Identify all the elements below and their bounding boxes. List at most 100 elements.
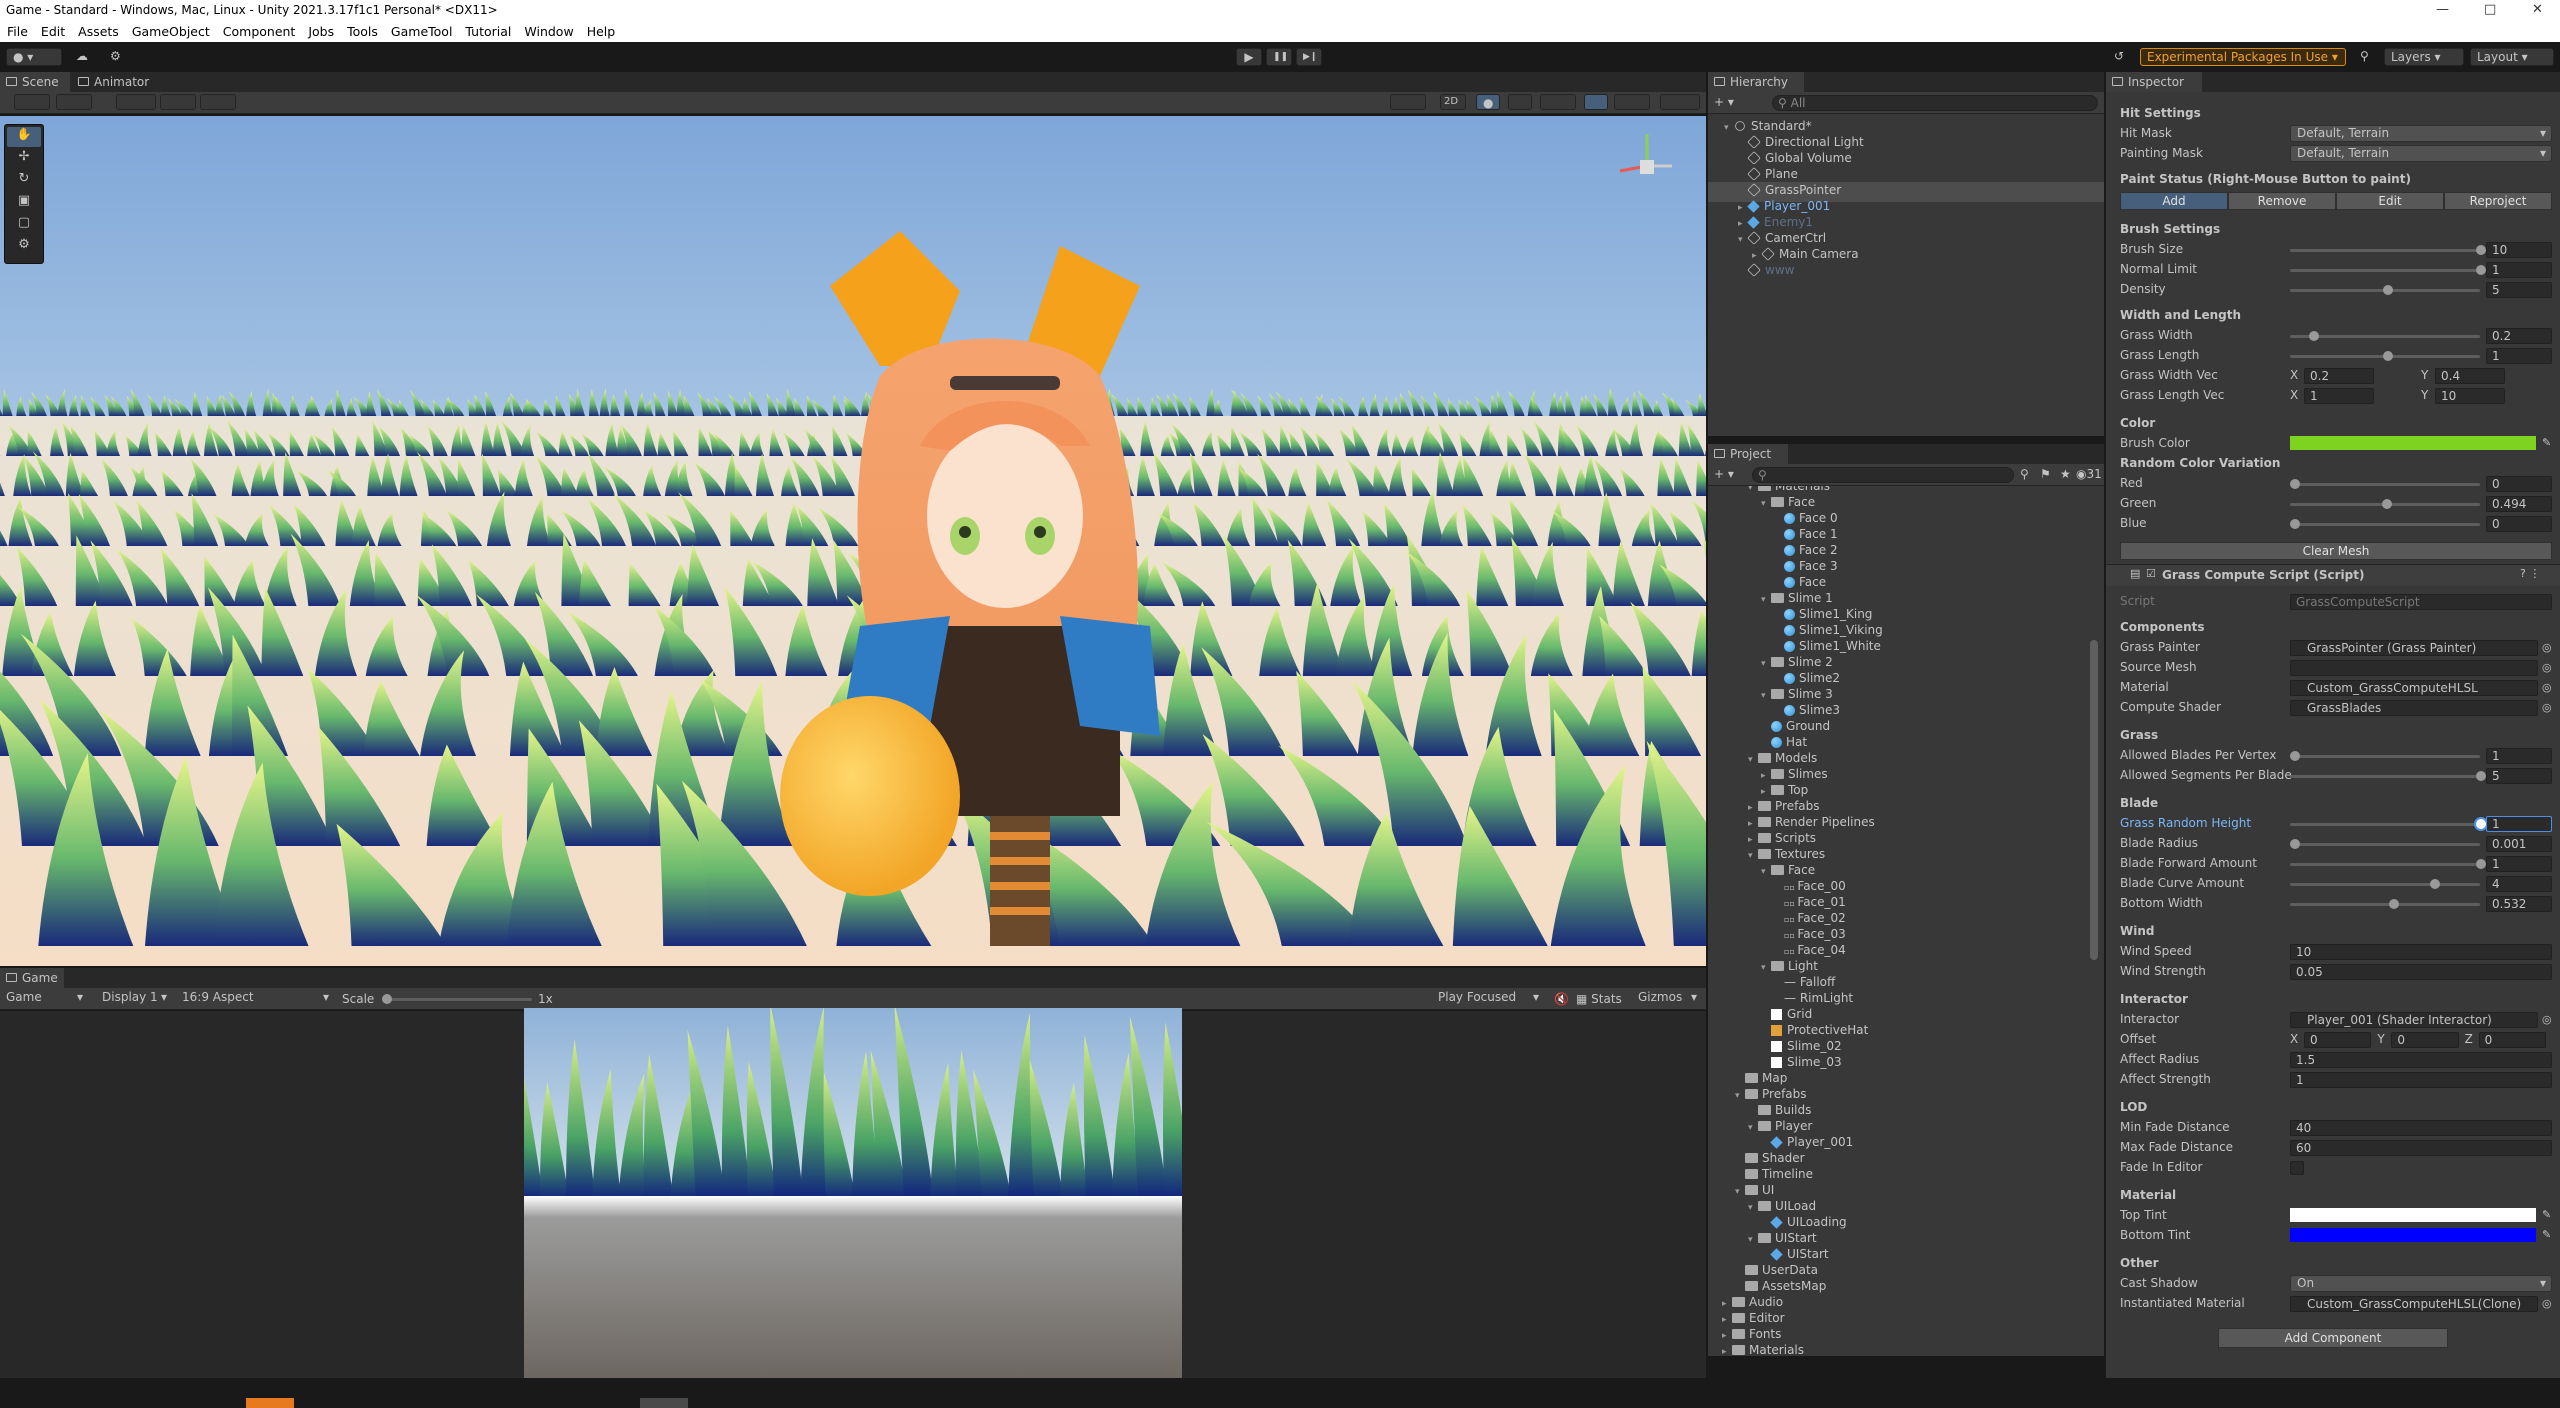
bottom-width-slider-knob[interactable]: [2388, 899, 2399, 909]
grass-painter-field[interactable]: GrassPointer (Grass Painter): [2290, 640, 2538, 656]
display-dropdown[interactable]: Display 1: [96, 990, 172, 1007]
component-enabled-checkbox[interactable]: ☑: [2146, 567, 2156, 580]
grass-width-slider-knob[interactable]: [2308, 331, 2319, 341]
expand-arrow-icon[interactable]: ▸: [1722, 1344, 1732, 1356]
random-red-slider-knob[interactable]: [2290, 479, 2300, 489]
minimize-button[interactable]: —: [2436, 2, 2449, 17]
pause-button[interactable]: ❚❚: [1266, 48, 1292, 66]
interactor-field[interactable]: Player_001 (Shader Interactor): [2290, 1012, 2538, 1028]
history-button[interactable]: ↺: [2108, 48, 2130, 66]
normal-limit-slider[interactable]: [2290, 265, 2486, 275]
offset-z-field[interactable]: 0: [2478, 1032, 2546, 1048]
random-blue-slider[interactable]: [2290, 519, 2480, 529]
random-green-slider-knob[interactable]: [2381, 499, 2392, 509]
mute-audio-icon[interactable]: 🔇: [1554, 992, 1569, 1006]
blade-forward-amount-slider-knob[interactable]: [2476, 859, 2486, 869]
object-picker-icon[interactable]: ◎: [2542, 1297, 2552, 1310]
grass-length-value[interactable]: 1: [2486, 348, 2552, 364]
tab-animator[interactable]: Animator: [72, 72, 162, 92]
grass-random-height-value[interactable]: 1: [2486, 816, 2552, 832]
blade-radius-slider[interactable]: [2290, 839, 2480, 849]
object-picker-icon[interactable]: ◎: [2542, 681, 2552, 694]
hierarchy-search-input[interactable]: ⚲ All: [1772, 95, 2098, 111]
rotate-tool[interactable]: ↻: [7, 171, 41, 191]
hidden-objects-toggle[interactable]: [1584, 94, 1608, 110]
eyedropper-icon[interactable]: ✎: [2542, 1228, 2551, 1241]
allowed-segments-per-blade-value[interactable]: 5: [2486, 768, 2552, 784]
menu-item-jobs[interactable]: Jobs: [301, 22, 340, 39]
2d-toggle[interactable]: 2D: [1440, 94, 1466, 110]
blade-curve-amount-slider[interactable]: [2290, 879, 2480, 889]
density-slider-knob[interactable]: [2383, 285, 2393, 295]
game-mode-dropdown[interactable]: Game: [0, 990, 88, 1007]
project-scrollbar[interactable]: [2090, 640, 2098, 960]
density-slider[interactable]: [2290, 285, 2480, 295]
menu-item-assets[interactable]: Assets: [71, 22, 125, 39]
scale-slider-knob[interactable]: [382, 994, 392, 1004]
brush-color-swatch[interactable]: [2290, 436, 2536, 450]
brush-size-value[interactable]: 10: [2486, 242, 2552, 258]
layout-dropdown[interactable]: Layout ▾: [2470, 48, 2554, 66]
tab-game[interactable]: Game: [0, 968, 64, 988]
add-component-button[interactable]: Add Component: [2218, 1328, 2448, 1348]
blade-forward-amount-slider[interactable]: [2290, 859, 2486, 869]
gizmos-dropdown[interactable]: [1660, 94, 1700, 110]
menu-item-file[interactable]: File: [0, 22, 34, 39]
allowed-segments-per-blade-slider-knob[interactable]: [2476, 771, 2486, 781]
random-green-slider[interactable]: [2290, 499, 2480, 509]
close-button[interactable]: ✕: [2532, 2, 2543, 17]
allowed-blades-per-vertex-slider-knob[interactable]: [2290, 751, 2300, 761]
grass-length-vec-y-field[interactable]: 10: [2435, 388, 2505, 404]
allowed-blades-per-vertex-value[interactable]: 1: [2486, 748, 2552, 764]
align-dropdown[interactable]: [200, 94, 236, 110]
favorite-icon[interactable]: ★: [2060, 467, 2071, 481]
scale-tool[interactable]: ▣: [7, 193, 41, 213]
draw-mode-dropdown[interactable]: [14, 94, 50, 110]
transform-tool[interactable]: ⚙: [7, 237, 41, 257]
menu-item-tutorial[interactable]: Tutorial: [458, 22, 517, 39]
random-blue-value[interactable]: 0: [2486, 516, 2552, 532]
create-asset-button[interactable]: + ▾: [1714, 467, 1734, 481]
shading-dropdown[interactable]: [56, 94, 92, 110]
add-object-button[interactable]: + ▾: [1714, 95, 1734, 109]
cast-shadow-dropdown[interactable]: On: [2290, 1275, 2552, 1292]
grid-snap-dropdown[interactable]: [116, 94, 156, 110]
grass-width-vec-x-field[interactable]: 0.2: [2304, 368, 2374, 384]
menu-item-gameobject[interactable]: GameObject: [125, 22, 216, 39]
project-item[interactable]: ▸ Materials: [1708, 1342, 2104, 1356]
menu-item-component[interactable]: Component: [216, 22, 302, 39]
object-picker-icon[interactable]: ◎: [2542, 1013, 2552, 1026]
offset-y-field[interactable]: 0: [2391, 1032, 2459, 1048]
step-button[interactable]: ▶❙: [1296, 48, 1322, 66]
paint-mode-edit-button[interactable]: Edit: [2336, 192, 2444, 210]
brush-size-slider[interactable]: [2290, 245, 2486, 255]
audio-toggle[interactable]: [1508, 94, 1532, 110]
allowed-segments-per-blade-slider[interactable]: [2290, 771, 2486, 781]
affect-strength-field[interactable]: 1: [2290, 1072, 2552, 1088]
grass-width-value[interactable]: 0.2: [2486, 328, 2552, 344]
cloud-button[interactable]: ☁: [70, 48, 96, 66]
game-view[interactable]: [524, 1008, 1182, 1378]
blade-curve-amount-value[interactable]: 4: [2486, 876, 2552, 892]
menu-item-window[interactable]: Window: [517, 22, 579, 39]
gizmos-dropdown-game[interactable]: Gizmos: [1632, 990, 1702, 1007]
random-blue-slider-knob[interactable]: [2290, 519, 2300, 529]
fade-in-editor-checkbox[interactable]: [2290, 1161, 2304, 1175]
project-search-input[interactable]: ⚲: [1752, 467, 2014, 483]
wind-strength-field[interactable]: 0.05: [2290, 964, 2552, 980]
grass-random-height-slider[interactable]: [2290, 819, 2486, 829]
top-tint-swatch[interactable]: [2290, 1208, 2536, 1222]
aspect-dropdown[interactable]: 16:9 Aspect: [176, 990, 334, 1007]
rect-tool[interactable]: ▢: [7, 215, 41, 235]
source-mesh-field[interactable]: [2290, 660, 2538, 676]
hierarchy-item[interactable]: www: [1708, 262, 2104, 282]
blade-radius-value[interactable]: 0.001: [2486, 836, 2552, 852]
play-focused-dropdown[interactable]: Play Focused: [1432, 990, 1544, 1007]
random-red-slider[interactable]: [2290, 479, 2480, 489]
menu-item-help[interactable]: Help: [580, 22, 622, 39]
normal-limit-slider-knob[interactable]: [2476, 265, 2486, 275]
painting-mask-dropdown[interactable]: Default, Terrain: [2290, 145, 2552, 162]
tab-project[interactable]: Project: [1708, 444, 1788, 464]
tab-scene[interactable]: Scene: [0, 72, 70, 92]
compute-shader-field[interactable]: GrassBlades: [2290, 700, 2538, 716]
